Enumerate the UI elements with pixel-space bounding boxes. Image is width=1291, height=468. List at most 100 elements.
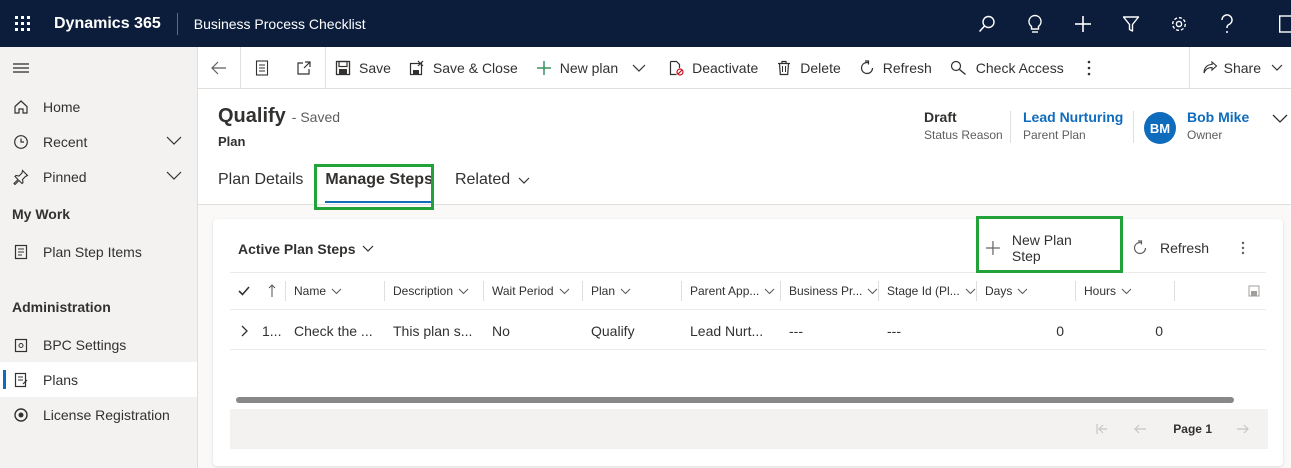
sidebar-item-bpc-settings[interactable]: BPC Settings [0, 327, 197, 362]
column-header-description[interactable]: Description [385, 281, 484, 301]
grid-header-row: Name Description Wait Period Plan Parent… [230, 272, 1266, 310]
filter-icon[interactable] [1107, 0, 1155, 47]
share-icon [1203, 60, 1217, 74]
chevron-down-icon[interactable] [1271, 64, 1283, 72]
sort-order-column-header[interactable] [258, 281, 286, 301]
share-button[interactable]: Share [1188, 47, 1291, 89]
clock-icon [12, 133, 30, 151]
tab-plan-details[interactable]: Plan Details [218, 171, 303, 205]
home-icon [12, 98, 30, 116]
refresh-button[interactable]: Refresh [850, 47, 941, 89]
app-launcher-icon[interactable] [0, 0, 44, 47]
plus-icon [536, 60, 551, 75]
gear-icon[interactable] [1155, 0, 1203, 47]
first-page-icon[interactable] [1095, 423, 1109, 435]
search-icon[interactable] [963, 0, 1011, 47]
owner-link[interactable]: Bob Mike [1187, 109, 1249, 125]
new-plan-button[interactable]: New plan [527, 47, 659, 89]
chevron-down-icon [620, 288, 631, 294]
sidebar-item-home[interactable]: Home [0, 89, 197, 124]
refresh-icon [860, 59, 873, 74]
chevron-down-icon[interactable] [165, 134, 183, 146]
column-editor-icon[interactable] [1175, 285, 1266, 297]
hamburger-menu-icon[interactable] [0, 47, 197, 89]
sidebar-item-plans[interactable]: Plans [0, 362, 197, 397]
header-expand-chevron-icon[interactable] [1271, 113, 1289, 125]
document-icon [12, 371, 30, 389]
chevron-down-icon [362, 245, 373, 252]
cell-business-process: --- [789, 322, 803, 339]
tab-related[interactable]: Related [455, 171, 530, 205]
open-new-window-icon[interactable] [283, 47, 325, 89]
top-nav-bar: Dynamics 365 Business Process Checklist [0, 0, 1291, 47]
next-page-icon[interactable] [1236, 423, 1250, 435]
sidebar-item-license-registration[interactable]: License Registration [0, 397, 197, 432]
column-header-wait-period[interactable]: Wait Period [484, 281, 583, 301]
previous-page-icon[interactable] [1133, 423, 1147, 435]
column-header-days[interactable]: Days [977, 281, 1076, 301]
check-access-button[interactable]: Check Access [941, 47, 1073, 89]
cell-parent-app[interactable]: Lead Nurt... [682, 323, 781, 339]
help-icon[interactable] [1203, 0, 1251, 47]
divider [1010, 111, 1011, 143]
deactivate-button[interactable]: Deactivate [659, 47, 767, 89]
save-and-close-button[interactable]: Save & Close [400, 47, 527, 89]
select-all-checkbox[interactable] [230, 281, 258, 301]
deactivate-icon [670, 60, 684, 76]
trash-icon [778, 60, 791, 75]
sidebar-item-label: License Registration [43, 406, 170, 423]
back-arrow-icon[interactable] [198, 47, 240, 89]
form-view-icon[interactable] [241, 47, 283, 89]
owner-field: Bob Mike Owner [1187, 109, 1249, 142]
checklist-icon [12, 243, 30, 261]
plus-icon[interactable] [1059, 0, 1107, 47]
parent-plan-link[interactable]: Lead Nurturing [1023, 109, 1123, 125]
settings-icon [12, 336, 30, 354]
expand-row-chevron-icon[interactable] [230, 325, 258, 337]
save-icon [335, 60, 351, 75]
chevron-down-icon [965, 288, 976, 294]
more-options-icon[interactable] [1221, 229, 1269, 267]
cell-description: This plan s... [393, 322, 473, 339]
column-header-parent-app[interactable]: Parent App... [682, 281, 781, 301]
sidebar-item-label: BPC Settings [43, 336, 127, 353]
table-row[interactable]: 1... Check the ... This plan s... No Qua… [230, 312, 1266, 350]
subgrid-view-selector[interactable]: Active Plan Steps [238, 241, 374, 257]
sidebar: Home Recent Pinned My Work Plan Step Ite… [0, 47, 198, 468]
section-header-my-work: My Work [12, 206, 71, 222]
save-close-icon [409, 60, 424, 75]
owner-label: Owner [1187, 128, 1223, 142]
cell-plan[interactable]: Qualify [583, 323, 682, 339]
entity-name: Plan [218, 134, 246, 149]
chevron-down-icon [1017, 288, 1028, 294]
section-header-administration: Administration [12, 299, 111, 315]
column-header-name[interactable]: Name [286, 281, 385, 301]
chevron-down-icon[interactable] [165, 169, 183, 181]
chat-icon[interactable] [1251, 0, 1291, 47]
divider [1133, 111, 1134, 143]
checkmark-icon [238, 286, 250, 296]
chevron-down-icon[interactable] [632, 63, 646, 73]
sidebar-item-pinned[interactable]: Pinned [0, 159, 197, 194]
sidebar-item-recent[interactable]: Recent [0, 124, 197, 159]
cell-order: 1... [262, 322, 282, 339]
app-title[interactable]: Business Process Checklist [178, 16, 366, 32]
column-header-business-process[interactable]: Business Pr... [781, 281, 879, 301]
chevron-down-icon [559, 288, 569, 294]
avatar[interactable]: BM [1144, 112, 1176, 144]
app-name[interactable]: Dynamics 365 [44, 15, 177, 33]
horizontal-scrollbar[interactable] [236, 397, 1234, 403]
save-button[interactable]: Save [326, 47, 400, 89]
sidebar-item-plan-step-items[interactable]: Plan Step Items [0, 234, 197, 269]
lightbulb-icon[interactable] [1011, 0, 1059, 47]
cell-wait-period: No [492, 322, 510, 339]
column-header-hours[interactable]: Hours [1076, 281, 1175, 301]
cell-name[interactable]: Check the ... [286, 323, 385, 339]
more-commands-icon[interactable] [1073, 47, 1113, 89]
delete-button[interactable]: Delete [767, 47, 849, 89]
column-header-plan[interactable]: Plan [583, 281, 682, 301]
highlight-box-manage-steps [314, 164, 434, 210]
pin-icon [12, 168, 30, 186]
column-header-stage-id[interactable]: Stage Id (Pl... [879, 281, 977, 301]
subgrid-refresh-button[interactable]: Refresh [1116, 229, 1221, 267]
